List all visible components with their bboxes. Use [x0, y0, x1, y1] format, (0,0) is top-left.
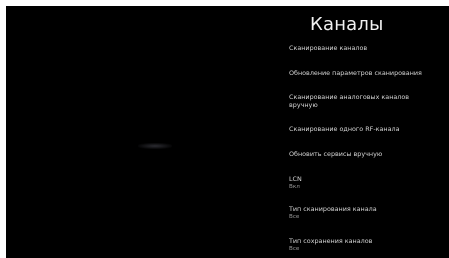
menu-item-single-rf-scan[interactable]: Сканирование одного RF-канала [289, 125, 439, 133]
menu-item-store-type[interactable]: Тип сохранения каналов Все [289, 237, 439, 253]
menu-item-update-scan[interactable]: Обновление параметров сканирования [289, 69, 439, 77]
menu-item-lcn[interactable]: LCN Вкл [289, 175, 439, 191]
menu-item-channel-scan[interactable]: Сканирование каналов [289, 44, 439, 52]
channels-menu-panel: Каналы Сканирование каналов Обновление п… [278, 6, 449, 258]
menu-title: Каналы [310, 14, 384, 35]
menu-item-analog-manual-scan[interactable]: Сканирование аналоговых каналов вручную [289, 93, 439, 109]
video-preview [6, 6, 278, 258]
menu-item-label: Сканирование одного RF-канала [289, 125, 400, 133]
menu-item-label: Тип сохранения каналов [289, 237, 373, 245]
menu-item-value: Вкл [289, 184, 300, 191]
menu-item-label: Обновить сервисы вручную [289, 150, 383, 158]
menu-item-scan-type[interactable]: Тип сканирования канала Все [289, 205, 439, 221]
preview-glow [138, 143, 172, 149]
tv-screen: Каналы Сканирование каналов Обновление п… [6, 6, 449, 258]
menu-item-label: Сканирование аналоговых каналов вручную [289, 93, 410, 110]
menu-item-label: Обновление параметров сканирования [289, 69, 422, 77]
menu-item-value: Все [289, 214, 300, 221]
menu-item-label: Сканирование каналов [289, 44, 368, 52]
menu-item-label: Тип сканирования канала [289, 205, 377, 213]
menu-item-label: LCN [289, 175, 302, 183]
menu-item-value: Все [289, 246, 300, 253]
menu-item-update-services[interactable]: Обновить сервисы вручную [289, 150, 439, 158]
